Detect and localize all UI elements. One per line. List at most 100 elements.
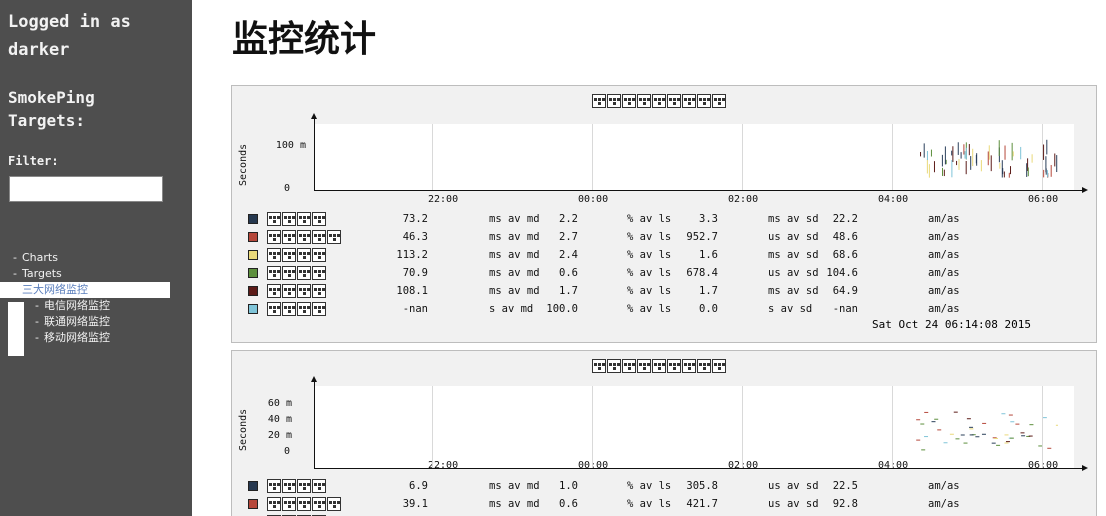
missing-glyph-box xyxy=(267,302,281,316)
menu-item-charts[interactable]: - Charts xyxy=(8,250,170,266)
legend-color-swatch xyxy=(248,499,258,509)
graph-title-glyphs xyxy=(592,94,726,108)
legend-amas: 68.6 xyxy=(832,249,858,261)
legend-color-swatch xyxy=(248,481,258,491)
legend-stddev: 421.7 xyxy=(686,498,718,510)
missing-glyph-box xyxy=(267,284,281,298)
login-line-1: Logged in as xyxy=(8,12,131,32)
legend-target-name xyxy=(267,212,387,226)
x-tick-label: 22:00 xyxy=(428,194,459,205)
legend-amas: 92.8 xyxy=(832,498,858,510)
grid-line xyxy=(432,386,433,468)
x-tick-label: 02:00 xyxy=(728,194,759,205)
legend-median: 46.3 xyxy=(402,231,428,243)
x-tick-label: 00:00 xyxy=(578,460,609,471)
missing-glyph-box xyxy=(607,94,621,108)
missing-glyph-box xyxy=(267,212,281,226)
grid-line xyxy=(592,386,593,468)
legend-amas-label: am/as xyxy=(928,249,960,261)
menu-item-three-networks[interactable]: 三大网络监控 xyxy=(0,282,170,298)
menu-bullet: - xyxy=(35,299,39,312)
legend-median: 113.2 xyxy=(396,249,428,261)
legend-amas: 48.6 xyxy=(832,231,858,243)
missing-glyph-box xyxy=(652,94,666,108)
missing-glyph-box xyxy=(592,359,606,373)
latency-graph-2[interactable]: Seconds 60 m 40 m 20 m 0 22:00 00:00 02:… xyxy=(231,350,1097,516)
legend-stddev: 3.3 xyxy=(699,213,718,225)
login-user: darker xyxy=(8,40,70,60)
filter-label: Filter: xyxy=(8,154,59,168)
legend-loss: 2.4 xyxy=(559,249,578,261)
target-menu: - Charts - Targets 三大网络监控 - 电信网络监控 - 联通网… xyxy=(0,250,170,346)
missing-glyph-box xyxy=(312,248,326,262)
grid-line xyxy=(592,124,593,190)
missing-glyph-box xyxy=(282,497,296,511)
missing-glyph-box xyxy=(267,266,281,280)
legend-target-name xyxy=(267,479,387,493)
y-axis xyxy=(314,381,315,469)
missing-glyph-box xyxy=(682,94,696,108)
menu-bullet: - xyxy=(13,251,17,264)
legend-row: 73.2 ms av md 2.2% av ls 3.3 ms av sd 22.2 am/… xyxy=(248,210,960,228)
y-tick-label: 60 m xyxy=(267,398,292,409)
legend-median: -nan xyxy=(402,303,428,315)
smoke-marks xyxy=(916,411,1058,451)
legend-row: 113.2 ms av md 2.4% av ls 1.6 ms av sd 68.6 am… xyxy=(248,246,960,264)
x-axis-arrow xyxy=(1082,187,1088,193)
menu-item-telecom[interactable]: - 电信网络监控 xyxy=(8,298,170,314)
missing-glyph-box xyxy=(312,212,326,226)
menu-item-label: Charts xyxy=(22,251,58,264)
y-axis-unit: Seconds xyxy=(238,143,249,186)
menu-item-label: 联通网络监控 xyxy=(44,315,110,328)
legend-amas-label: am/as xyxy=(928,498,960,510)
legend-stddev: 1.7 xyxy=(699,285,718,297)
legend-amas-label: am/as xyxy=(928,285,960,297)
menu-bullet: - xyxy=(35,315,39,328)
legend-amas: 64.9 xyxy=(832,285,858,297)
legend-target-name xyxy=(267,230,387,244)
legend-color-swatch xyxy=(248,268,258,278)
targets-title: Targets: xyxy=(8,111,86,130)
smoke-data-cluster xyxy=(916,411,1058,451)
missing-glyph-box xyxy=(267,497,281,511)
menu-item-label: Targets xyxy=(22,267,62,280)
graph-timestamp: Sat Oct 24 06:14:08 2015 xyxy=(872,318,1031,331)
menu-item-targets[interactable]: - Targets xyxy=(8,266,170,282)
login-status: Logged in as darker xyxy=(8,8,131,64)
legend-loss: 0.6 xyxy=(559,267,578,279)
missing-glyph-box xyxy=(297,479,311,493)
legend-loss: 0.6 xyxy=(559,498,578,510)
y-axis-arrow xyxy=(311,113,317,119)
legend-stddev: 678.4 xyxy=(686,267,718,279)
grid-line xyxy=(1042,124,1043,190)
smokeping-title: SmokePing xyxy=(8,88,95,107)
legend-loss: 100.0 xyxy=(546,303,578,315)
legend-amas: 104.6 xyxy=(826,267,858,279)
x-axis xyxy=(314,190,1084,191)
missing-glyph-box xyxy=(667,94,681,108)
x-tick-label: 06:00 xyxy=(1028,194,1059,205)
legend-color-swatch xyxy=(248,286,258,296)
legend-target-name xyxy=(267,302,387,316)
missing-glyph-box xyxy=(297,248,311,262)
missing-glyph-box xyxy=(297,266,311,280)
legend-median: 39.1 xyxy=(402,498,428,510)
missing-glyph-box xyxy=(637,94,651,108)
missing-glyph-box xyxy=(637,359,651,373)
menu-item-unicom[interactable]: - 联通网络监控 xyxy=(8,314,170,330)
missing-glyph-box xyxy=(312,284,326,298)
menu-item-label: 三大网络监控 xyxy=(22,283,88,296)
missing-glyph-box xyxy=(312,302,326,316)
legend-amas: 22.5 xyxy=(832,480,858,492)
x-tick-label: 04:00 xyxy=(878,460,909,471)
menu-item-mobile[interactable]: - 移动网络监控 xyxy=(8,330,170,346)
missing-glyph-box xyxy=(267,248,281,262)
legend-amas-label: am/as xyxy=(928,480,960,492)
filter-input[interactable] xyxy=(9,176,163,202)
grid-line xyxy=(892,386,893,468)
legend-color-swatch xyxy=(248,304,258,314)
latency-graph-1[interactable]: Seconds 100 m 0 22:00 00:00 02:00 04:00 … xyxy=(231,85,1097,343)
missing-glyph-box xyxy=(622,94,636,108)
missing-glyph-box xyxy=(697,359,711,373)
legend-loss: 2.7 xyxy=(559,231,578,243)
